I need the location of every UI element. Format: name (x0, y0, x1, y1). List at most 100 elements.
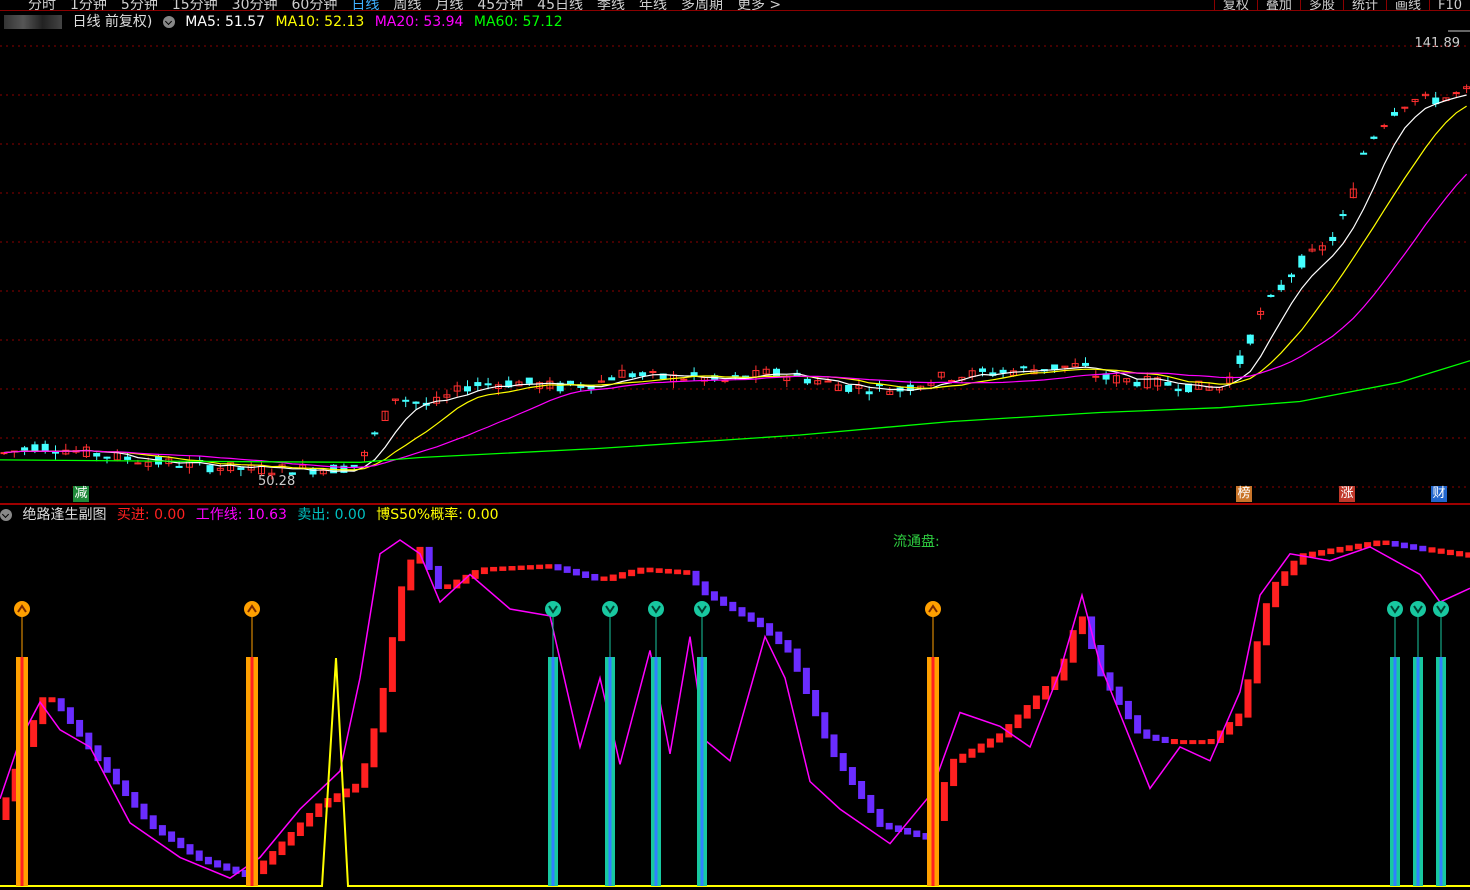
indicator-bar-up (269, 851, 277, 865)
collapse-chevron-icon[interactable] (0, 509, 12, 521)
indicator-chart[interactable] (0, 527, 1470, 890)
indicator-bar-up (1170, 738, 1178, 745)
candle-body (1133, 381, 1141, 387)
toolbar-action-4[interactable]: 画线 (1385, 0, 1429, 10)
candle-body (608, 377, 616, 381)
indicator-bar-up (1235, 713, 1243, 727)
indicator-bar-up (1272, 581, 1280, 608)
sell-signal-down-icon (694, 601, 710, 617)
candle-body (484, 383, 492, 386)
indicator-bar-down (434, 565, 442, 589)
indicator-bar-down (747, 612, 755, 622)
indicator-bar-down (131, 792, 139, 808)
indicator-bar-up (361, 763, 369, 788)
tab-period-10[interactable]: 45日线 (537, 0, 583, 10)
indicator-bar-down (1115, 686, 1123, 705)
tag-cai[interactable]: 财 (1431, 486, 1447, 502)
indicator-bar-down (784, 640, 792, 653)
buy-signal-up-icon (925, 601, 941, 617)
tab-period-3[interactable]: 15分钟 (172, 0, 218, 10)
indicator-bar-up (1318, 550, 1326, 556)
indicator-bar-up (398, 586, 406, 642)
indicator-bar-down (839, 753, 847, 772)
period-toolbar: 分时 1分钟 5分钟 15分钟 30分钟 60分钟 日线 周线 月线 45分钟 45日线 季线 年线 多周… (0, 0, 1470, 11)
indicator-bar-down (812, 690, 820, 717)
tab-period-5[interactable]: 60分钟 (292, 0, 338, 10)
sell-signal-down-icon (1410, 601, 1426, 617)
candle-body (824, 380, 832, 383)
indicator-bar-up (1428, 547, 1436, 553)
indicator-bar-up (278, 841, 286, 856)
toolbar-action-3[interactable]: 统计 (1342, 0, 1386, 10)
indicator-bar-up (628, 569, 636, 577)
indicator-bar-down (913, 830, 921, 838)
candle-body (1174, 388, 1182, 392)
candle-body (1092, 375, 1100, 378)
indicator-bar-up (959, 753, 967, 763)
indicator-bar-up (352, 783, 360, 793)
candle-body (1082, 362, 1089, 366)
indicator-bar-down (1391, 541, 1399, 547)
indicator-bar-up (1078, 616, 1086, 635)
tag-jian[interactable]: 减 (73, 486, 89, 502)
sell-signal-down-icon (602, 601, 618, 617)
indicator-bar-down (563, 566, 571, 573)
indicator-bar-up (30, 720, 38, 747)
candle-body (288, 472, 296, 475)
sell-signal-down-icon (1433, 601, 1449, 617)
indicator-bar-down (710, 591, 718, 601)
tab-period-13[interactable]: 多周期 (681, 0, 723, 10)
tab-period-8[interactable]: 月线 (435, 0, 463, 10)
indicator-bar-down (802, 667, 810, 695)
candle-body (649, 370, 657, 373)
indicator-bar-up (296, 822, 304, 837)
toolbar-action-0[interactable]: 复权 (1213, 0, 1257, 10)
tab-period-7[interactable]: 周线 (393, 0, 421, 10)
toolbar-action-2[interactable]: 多股 (1299, 0, 1343, 10)
tag-zhang[interactable]: 涨 (1339, 486, 1355, 502)
indicator-bar-up (1446, 549, 1454, 556)
indicator-bar-up (1262, 603, 1270, 646)
indicator-bar-down (1152, 734, 1160, 741)
work-line-label: 工作线: 10.63 (195, 507, 287, 523)
candle-body (1185, 383, 1192, 393)
indicator-bar-down (177, 837, 185, 849)
candle-body (1288, 274, 1295, 278)
indicator-bar-up (260, 860, 268, 875)
tag-bang[interactable]: 榜 (1236, 486, 1252, 502)
tab-period-2[interactable]: 5分钟 (121, 0, 158, 10)
indicator-bar-down (1419, 545, 1427, 552)
indicator-bar-up (1354, 543, 1362, 550)
tab-period-12[interactable]: 年线 (639, 0, 667, 10)
indicator-bar-up (1308, 551, 1316, 558)
indicator-bar-down (729, 601, 737, 612)
chart-actions: 复权 叠加 多股 统计 画线 F10 (1213, 0, 1470, 10)
indicator-bar-up (287, 832, 295, 846)
indicator-bar-up (996, 733, 1004, 743)
indicator-bar-down (572, 568, 580, 576)
indicator-bar-up (618, 572, 626, 579)
toolbar-action-5[interactable]: F10 (1428, 0, 1470, 10)
tab-period-11[interactable]: 季线 (597, 0, 625, 10)
indicator-bar-up (444, 584, 452, 589)
indicator-bar-down (1410, 544, 1418, 550)
indicator-bar-down (112, 768, 120, 785)
indicator-bar-up (609, 574, 617, 581)
tab-period-4[interactable]: 30分钟 (232, 0, 278, 10)
candle-body (1452, 92, 1460, 95)
tab-period-1[interactable]: 1分钟 (70, 0, 107, 10)
indicator-bar-down (738, 607, 746, 617)
indicator-bar-up (379, 687, 387, 733)
tab-period-0[interactable]: 分时 (28, 0, 56, 10)
indicator-bar-up (674, 569, 682, 575)
candle-body (350, 464, 358, 467)
candle-body (371, 432, 379, 435)
tab-period-9[interactable]: 45分钟 (477, 0, 523, 10)
toolbar-action-1[interactable]: 叠加 (1256, 0, 1300, 10)
candle-body (31, 444, 39, 453)
tab-period-6[interactable]: 日线 (351, 0, 379, 10)
tab-period-14[interactable]: 更多 > (737, 0, 781, 10)
indicator-bar-down (195, 850, 203, 861)
candlestick-chart[interactable] (0, 14, 1470, 503)
indicator-bar-down (692, 570, 700, 586)
